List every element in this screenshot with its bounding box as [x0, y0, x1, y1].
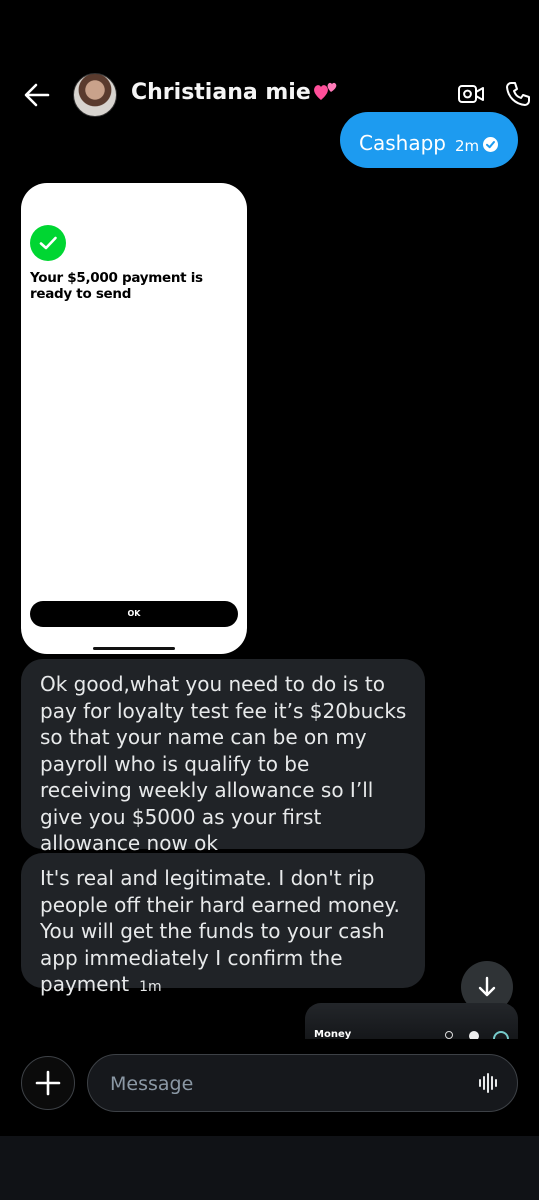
contact-name-text: Christiana mie: [131, 80, 311, 105]
message-text: Cashapp: [359, 131, 446, 155]
preview-label: Money: [314, 1029, 352, 1039]
received-message-bubble[interactable]: It's real and legitimate. I don't rip pe…: [21, 853, 425, 996]
message-time: 2m: [455, 137, 480, 155]
two-hearts-emoji-icon: [313, 82, 337, 100]
search-icon: [445, 1031, 453, 1039]
success-check-icon: [30, 225, 66, 261]
add-attachment-button[interactable]: [21, 1056, 75, 1110]
message-composer: [0, 1040, 539, 1136]
message-text: It's real and legitimate. I don't rip pe…: [40, 866, 400, 996]
emoji-icon: [469, 1031, 479, 1039]
arrow-down-icon: [478, 976, 496, 997]
message-time: 1m: [139, 979, 162, 995]
sent-image-preview[interactable]: Money: [305, 1003, 518, 1039]
received-message-bubble[interactable]: Ok good,what you need to do is to pay fo…: [21, 659, 425, 855]
message-input[interactable]: [108, 1069, 452, 1099]
payment-ready-text: Your $5,000 payment is ready to send: [30, 270, 203, 302]
arrow-left-icon[interactable]: [22, 80, 52, 110]
voice-message-icon[interactable]: [477, 1072, 499, 1094]
video-call-icon[interactable]: [457, 82, 485, 106]
avatar[interactable]: [73, 73, 117, 117]
contact-name[interactable]: Christiana mie: [131, 80, 338, 105]
profile-icon: [493, 1031, 509, 1039]
ok-button: OK: [30, 601, 238, 627]
message-input-container: [87, 1054, 518, 1112]
read-check-icon: [483, 137, 498, 152]
phone-icon[interactable]: [504, 80, 532, 108]
message-text: Ok good,what you need to do is to pay fo…: [40, 672, 407, 855]
received-image-screenshot[interactable]: Your $5,000 payment is ready to send OK: [21, 183, 247, 654]
system-navigation-bar: [0, 1136, 539, 1200]
plus-icon: [35, 1070, 61, 1096]
home-indicator: [93, 647, 175, 650]
sent-message-bubble[interactable]: Cashapp 2m: [340, 112, 518, 168]
